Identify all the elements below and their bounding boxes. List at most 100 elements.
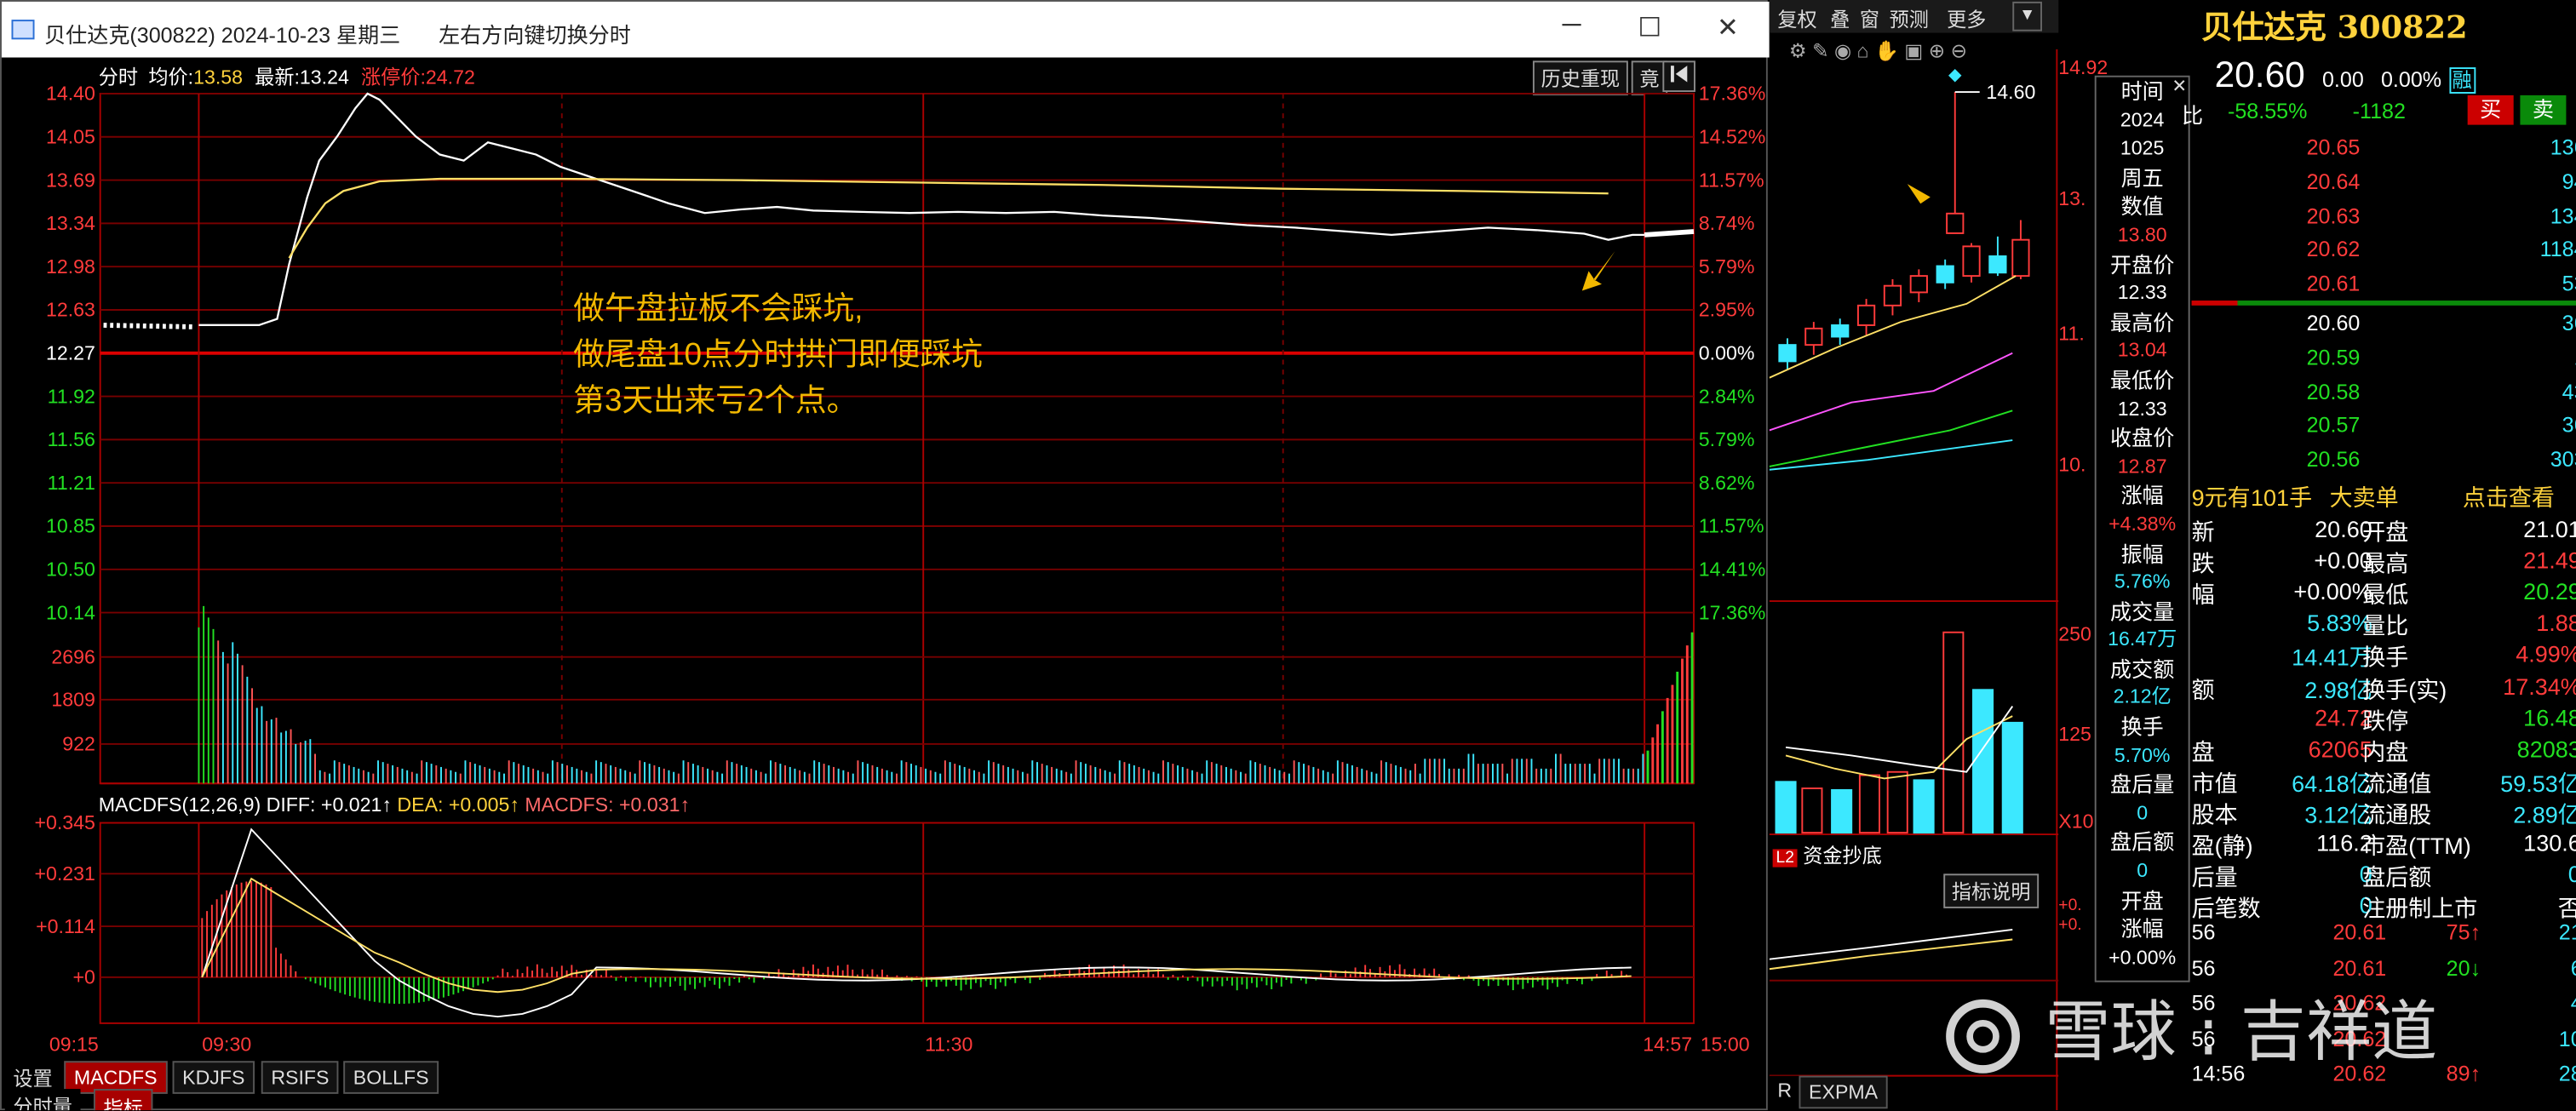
info-chg-label: 涨幅 xyxy=(2120,483,2164,508)
y-tick-left: 12.98 xyxy=(46,255,95,278)
ask-row[interactable]: 20.65 136 xyxy=(2192,131,2576,164)
indicator-help-button[interactable]: 指标说明 xyxy=(1943,873,2040,908)
ask-row[interactable]: 20.62 1184 xyxy=(2192,234,2576,267)
ask-price: 20.63 xyxy=(2306,203,2361,228)
info-close-icon[interactable]: ✕ xyxy=(2172,76,2187,97)
y-tick-right: 2.84% xyxy=(1699,385,1755,407)
tick-row: 56 20.61 75↑ 21 xyxy=(2192,916,2576,949)
vol-tick: 2696 xyxy=(51,645,95,667)
bid-row[interactable]: 20.591 xyxy=(2192,341,2576,375)
y-tick-right: 11.57% xyxy=(1699,515,1764,537)
x-tick-0915: 09:15 xyxy=(49,1033,99,1057)
macd-diff: DIFF: +0.021↑ xyxy=(266,793,392,816)
info-ahvol: 0 xyxy=(2137,801,2149,825)
macd-right-tick-2: +0. xyxy=(2058,916,2082,935)
stat-row: 盘 62065 内盘 82083 xyxy=(2192,732,2576,765)
stat-row: 股本 3.12亿 流通股 2.89亿 xyxy=(2192,795,2576,828)
stat-row: 新 20.60 开盘 21.01 xyxy=(2192,513,2576,546)
info-date: 1025 xyxy=(2120,136,2165,160)
info-high: 13.04 xyxy=(2117,339,2167,363)
kline-limit-candle xyxy=(1946,212,1965,234)
margin-tag: 融 xyxy=(2448,67,2476,94)
tab-bollfs[interactable]: BOLLFS xyxy=(343,1061,439,1094)
y-tick-left: 13.69 xyxy=(46,169,95,191)
ratio-value: -58.55% xyxy=(2228,98,2308,123)
stat-row: 幅 +0.00% 最低 20.29 xyxy=(2192,576,2576,608)
y-tick-right: 17.36% xyxy=(1699,601,1765,623)
bigorder-prefix: 9元有 xyxy=(2191,484,2251,511)
stat-value-b: 4.99% xyxy=(2516,641,2576,668)
kline-candle xyxy=(1856,304,1876,326)
ask-price: 20.62 xyxy=(2306,237,2361,262)
kline-volume-bar xyxy=(2001,721,2023,834)
y-tick-left: 12.27 xyxy=(46,341,95,364)
kline-high-label: 14.60 xyxy=(1986,80,2036,104)
ask-price: 20.61 xyxy=(2306,271,2361,296)
ask-row[interactable]: 20.61 53 xyxy=(2192,268,2576,301)
ask-volume: 94 xyxy=(2562,169,2576,194)
info-low: 12.33 xyxy=(2117,396,2167,420)
closing-shade-macd xyxy=(1644,822,1695,1023)
y-tick-right: 8.62% xyxy=(1699,472,1755,494)
snowball-logo-icon xyxy=(1946,999,2020,1074)
info-high-label: 最高价 xyxy=(2110,310,2175,335)
info-amt-label: 成交额 xyxy=(2110,656,2175,682)
stat-row: 后量0盘后额0 xyxy=(2192,857,2576,891)
bid-row[interactable]: 20.57 36 xyxy=(2192,409,2576,443)
macd-legend: MACDFS(12,26,9) DIFF: +0.021↑ DEA: +0.00… xyxy=(99,793,690,816)
kline-candle xyxy=(1831,324,1850,338)
bid-book: 20.60 36 20.591 20.58 43 20.57 36 20.56 303 xyxy=(2192,307,2576,478)
info-turn: 5.70% xyxy=(2114,743,2171,767)
tick-count: 28 xyxy=(2558,1061,2576,1086)
funds-header: L2 资金抄底 xyxy=(1772,841,1882,869)
kline-volume-bar xyxy=(1831,788,1853,834)
ask-row[interactable]: 20.64 94 xyxy=(2192,165,2576,198)
preopen-shade xyxy=(100,93,199,784)
screen: 贝仕达克(300822) 2024-10-23 星期三 左右方向键切换分时 ─ … xyxy=(0,0,2576,1111)
stat-value-b: 82083 xyxy=(2516,735,2576,762)
bid-volume: 36 xyxy=(2562,310,2576,335)
tab-rsifs[interactable]: RSIFS xyxy=(261,1061,340,1094)
x-tick-1457: 14:57 xyxy=(1643,1033,1693,1057)
y-tick-right: 11.57% xyxy=(1699,169,1764,191)
bid-volume: 303 xyxy=(2550,447,2576,472)
vol-tick: 1809 xyxy=(51,689,95,711)
tab-r[interactable]: R xyxy=(1769,1075,1800,1106)
kline-candle xyxy=(2011,238,2030,278)
info-vol-label: 成交量 xyxy=(2110,598,2175,624)
macd-value: MACDFS: +0.031↑ xyxy=(525,793,691,816)
dea-line xyxy=(201,877,1632,994)
tab-indicator[interactable]: 指标 xyxy=(93,1089,153,1111)
price-line: 20.60 0.00 0.00% 融 xyxy=(2215,54,2476,97)
tab-expma[interactable]: EXPMA xyxy=(1799,1075,1888,1109)
kline-candle xyxy=(1883,284,1902,306)
buy-button[interactable]: 买 xyxy=(2467,94,2514,125)
ask-price: 20.65 xyxy=(2306,135,2361,160)
tick-volume: 20↓ xyxy=(2446,954,2481,980)
sell-button[interactable]: 卖 xyxy=(2520,94,2567,125)
bigorder-link[interactable]: 点击查看 xyxy=(2463,481,2555,514)
bid-row[interactable]: 20.60 36 xyxy=(2192,307,2576,341)
tab-volume[interactable]: 分时量 xyxy=(4,1089,81,1111)
ask-row[interactable]: 20.63 134 xyxy=(2192,200,2576,233)
bid-row[interactable]: 20.58 43 xyxy=(2192,375,2576,409)
ask-price: 20.64 xyxy=(2306,169,2361,194)
y-tick-left: 11.21 xyxy=(48,472,95,494)
y-tick-left: 14.40 xyxy=(46,83,95,105)
annotation-line-3: 第3天出来亏2个点。 xyxy=(573,384,858,419)
tab-kdjfs[interactable]: KDJFS xyxy=(172,1061,255,1094)
info-open: 12.33 xyxy=(2117,281,2167,305)
info-amp-label: 振幅 xyxy=(2120,541,2164,566)
vol-axis-3: X10 xyxy=(2058,810,2094,833)
price-pct: 0.00% xyxy=(2380,67,2442,93)
bid-row[interactable]: 20.56 303 xyxy=(2192,444,2576,477)
stat-value-b: 0 xyxy=(2568,861,2576,887)
watermark-sep: : xyxy=(2197,995,2220,1071)
ma-line-60 xyxy=(1769,439,2013,471)
quote-panel: 贝仕达克 300822 20.60 0.00 0.00% 融 比 -58.55%… xyxy=(2182,0,2576,1111)
funds-label[interactable]: 资金抄底 xyxy=(1803,845,1882,868)
info-close: 12.87 xyxy=(2117,454,2167,478)
x-tick-0930: 09:30 xyxy=(202,1033,252,1057)
y-tick-right: 17.36% xyxy=(1699,83,1765,105)
y-tick-left: 13.34 xyxy=(46,212,95,234)
